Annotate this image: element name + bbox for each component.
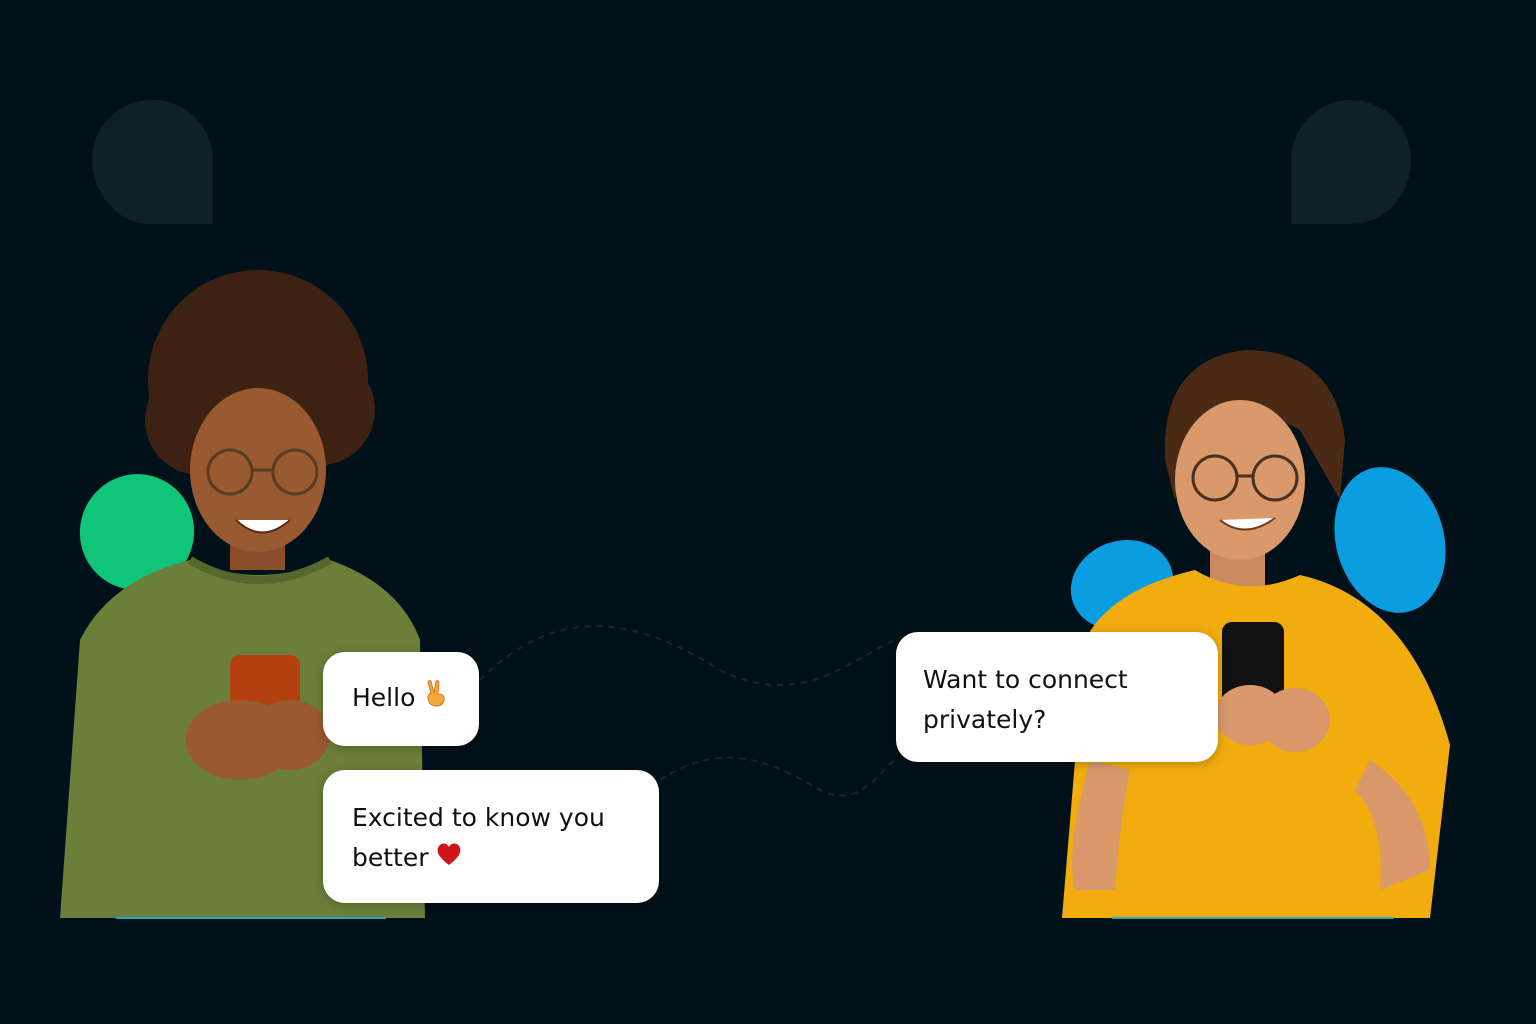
connect-message-bubble: Want to connect privately?	[896, 632, 1218, 762]
excited-message-line-2-wrap: better	[352, 838, 635, 879]
red-heart-icon	[435, 839, 463, 879]
connector-curve-bottom	[659, 756, 896, 797]
right-speech-shape-icon	[1291, 100, 1411, 224]
left-speech-shape-icon	[92, 99, 213, 224]
hello-message-bubble: Hello	[323, 652, 479, 746]
excited-message-line-1: Excited to know you	[352, 803, 605, 832]
connect-message-line-1: Want to connect	[923, 665, 1128, 694]
connector-curve-top	[479, 625, 896, 687]
excited-message-bubble: Excited to know you better	[323, 770, 659, 903]
victory-hand-icon	[421, 678, 451, 720]
hello-message-text: Hello	[352, 683, 416, 712]
background-illustration	[60, 99, 1450, 919]
excited-message-line-2: better	[352, 843, 429, 872]
illustration-stage: Hello Excited to know you better Want to…	[0, 0, 1536, 1024]
connect-message-line-2: privately?	[923, 705, 1047, 734]
